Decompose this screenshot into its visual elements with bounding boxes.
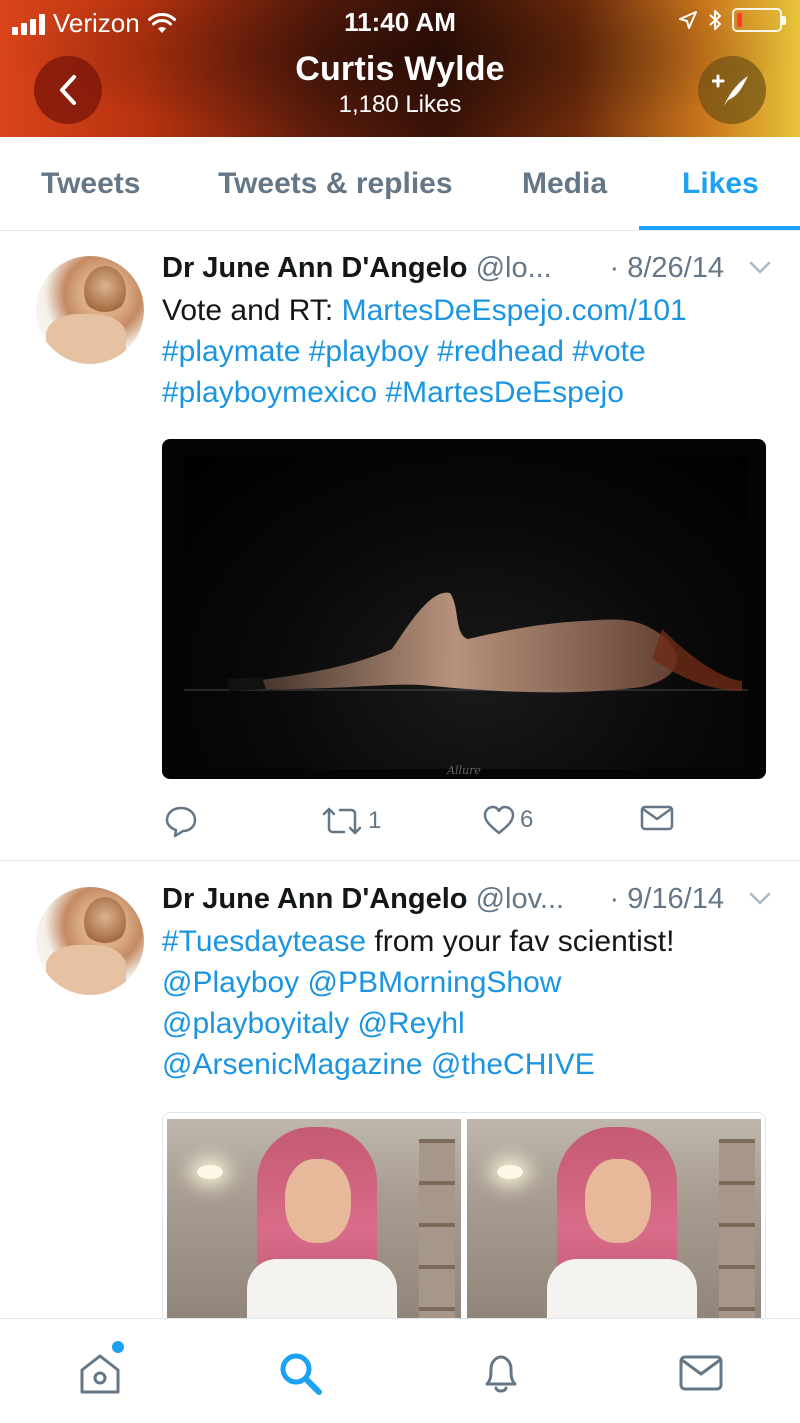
author-name[interactable]: Dr June Ann D'Angelo — [162, 883, 468, 915]
hashtags-line[interactable]: #playmate #playboy #redhead #vote — [162, 331, 772, 372]
tweet-text: Vote and RT: MartesDeEspejo.com/101 #pla… — [162, 290, 772, 413]
retweet-count: 1 — [368, 807, 382, 834]
home-icon — [80, 1354, 120, 1394]
tweet-photo-1[interactable] — [167, 1119, 461, 1331]
compose-tweet-button[interactable] — [698, 56, 766, 124]
search-icon — [280, 1353, 322, 1395]
author-handle[interactable]: @lov... — [476, 883, 565, 915]
tweet-text-prefix: Vote and RT: — [162, 294, 342, 327]
like-button[interactable]: 6 — [482, 804, 533, 836]
active-tab-indicator — [639, 226, 800, 230]
like-count: 6 — [520, 806, 534, 833]
tab-tweets[interactable]: Tweets — [41, 167, 140, 201]
hashtag-link[interactable]: #Tuesdaytease — [162, 925, 366, 958]
profile-header: Verizon 11:40 AM Curtis Wylde 1,180 Like… — [0, 0, 800, 137]
tweet-meta: Dr June Ann D'Angelo @lo... · 8/26/14 — [162, 252, 772, 292]
tweet-actions: 1 6 — [162, 804, 682, 844]
chevron-down-icon[interactable] — [748, 891, 772, 907]
retweet-button[interactable]: 1 — [320, 804, 381, 838]
messages-envelope-icon — [679, 1355, 723, 1391]
tab-likes[interactable]: Likes — [682, 167, 759, 201]
avatar[interactable] — [36, 887, 144, 995]
tweet-meta: Dr June Ann D'Angelo @lov... · 9/16/14 — [162, 883, 772, 923]
mentions-line[interactable]: @ArsenicMagazine @theCHIVE — [162, 1044, 772, 1085]
tweet-media-image[interactable]: Allure — [162, 439, 766, 779]
profile-tabs: Tweets Tweets & replies Media Likes — [0, 137, 800, 231]
battery-icon — [732, 8, 786, 32]
header-title-block: Curtis Wylde 1,180 Likes — [0, 50, 800, 119]
envelope-icon — [640, 805, 674, 831]
reply-button[interactable] — [164, 804, 198, 838]
direct-message-button[interactable] — [640, 804, 674, 832]
tweet-date[interactable]: · 8/26/14 — [610, 252, 724, 285]
tweet-text-suffix: from your fav scientist! — [366, 925, 675, 958]
tab-tweets-and-replies[interactable]: Tweets & replies — [218, 167, 453, 201]
compose-tweet-icon — [712, 74, 748, 106]
tweet-date[interactable]: · 9/16/14 — [610, 883, 724, 916]
hashtags-line[interactable]: #playboymexico #MartesDeEspejo — [162, 372, 772, 413]
tweet-text: #Tuesdaytease from your fav scientist! @… — [162, 921, 772, 1085]
location-arrow-icon — [679, 11, 697, 29]
tweet-divider — [0, 860, 800, 861]
notifications-bell-icon — [485, 1355, 517, 1393]
tweet-link[interactable]: MartesDeEspejo.com/101 — [342, 294, 687, 327]
photo-watermark: Allure — [447, 764, 481, 777]
mentions-line[interactable]: @Playboy @PBMorningShow — [162, 962, 772, 1003]
tweet-photo-2[interactable] — [467, 1119, 761, 1331]
author-name[interactable]: Dr June Ann D'Angelo — [162, 252, 468, 284]
retweet-icon — [322, 807, 362, 835]
likes-count: 1,180 Likes — [338, 91, 462, 118]
reclining-figure-silhouette — [227, 592, 742, 693]
status-indicators — [678, 8, 786, 32]
nav-messages[interactable] — [677, 1349, 725, 1397]
nav-notifications[interactable] — [477, 1349, 525, 1397]
nav-search[interactable] — [276, 1349, 324, 1397]
author-handle[interactable]: @lo... — [476, 252, 552, 284]
reply-icon — [165, 806, 197, 838]
page-title: Curtis Wylde — [295, 50, 505, 88]
tweet-media-gallery[interactable] — [162, 1112, 766, 1332]
avatar[interactable] — [36, 256, 144, 364]
nav-home[interactable] — [76, 1349, 124, 1397]
chevron-down-icon[interactable] — [748, 260, 772, 276]
heart-icon — [483, 805, 515, 835]
tab-media[interactable]: Media — [522, 167, 607, 201]
bluetooth-icon — [709, 10, 721, 30]
status-bar: Verizon 11:40 AM — [0, 0, 800, 44]
bottom-tab-bar — [0, 1318, 800, 1423]
home-notification-dot — [112, 1341, 124, 1353]
mentions-line[interactable]: @playboyitaly @Reyhl — [162, 1003, 772, 1044]
